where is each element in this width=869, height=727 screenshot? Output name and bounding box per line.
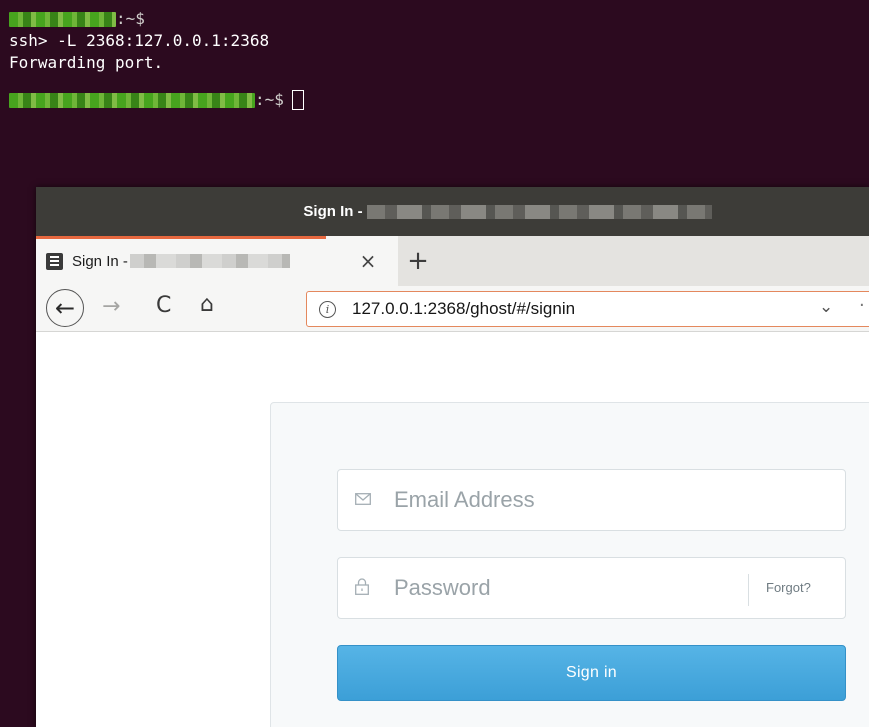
- tab-strip: Sign In - × +: [36, 236, 869, 286]
- terminal-active-prompt[interactable]: :~$: [9, 89, 869, 111]
- url-bar[interactable]: i 127.0.0.1:2368/ghost/#/signin ⌄ ·: [306, 291, 869, 327]
- close-icon[interactable]: ×: [356, 248, 380, 274]
- lock-icon: [355, 577, 375, 599]
- divider: [748, 574, 749, 606]
- redacted-tab-title: [129, 254, 290, 268]
- window-title: Sign In -: [303, 203, 363, 220]
- new-tab-button[interactable]: +: [400, 236, 436, 286]
- page-actions-icon[interactable]: ·: [859, 295, 865, 316]
- envelope-icon: [355, 491, 375, 509]
- terminal-prompt-line: :~$: [9, 8, 869, 30]
- window-titlebar[interactable]: Sign In -: [36, 187, 869, 236]
- password-field[interactable]: Forgot?: [337, 557, 846, 619]
- redacted-username: [9, 11, 116, 27]
- navigation-toolbar: ← → C ⌂ i 127.0.0.1:2368/ghost/#/signin …: [36, 286, 869, 332]
- chevron-down-icon[interactable]: ⌄: [819, 297, 833, 317]
- prompt-suffix: :~$: [116, 9, 145, 28]
- tab-sign-in[interactable]: Sign In - ×: [36, 236, 398, 286]
- email-field[interactable]: [337, 469, 846, 531]
- terminal-cursor: [291, 90, 304, 110]
- signin-form: Forgot? Sign in: [270, 402, 869, 727]
- page-icon: [46, 252, 63, 270]
- back-arrow-icon[interactable]: ←: [46, 289, 84, 327]
- prompt-suffix: :~$: [255, 90, 284, 109]
- forward-arrow-icon[interactable]: →: [102, 294, 120, 319]
- sign-in-button[interactable]: Sign in: [337, 645, 846, 701]
- terminal-output-line: Forwarding port.: [9, 53, 164, 72]
- reload-icon[interactable]: C: [156, 293, 171, 318]
- url-text[interactable]: 127.0.0.1:2368/ghost/#/signin: [352, 299, 575, 319]
- tab-title: Sign In -: [72, 252, 128, 270]
- info-icon[interactable]: i: [319, 300, 336, 318]
- page-content: Forgot? Sign in: [36, 332, 869, 727]
- password-input[interactable]: [394, 575, 734, 601]
- redacted-window-title: [366, 204, 712, 219]
- terminal-command-line: ssh> -L 2368:127.0.0.1:2368: [9, 31, 270, 50]
- browser-window: Sign In - Sign In - × + ← → C ⌂ i 127.0.…: [36, 187, 869, 727]
- redacted-username: [9, 92, 255, 108]
- forgot-password-link[interactable]: Forgot?: [766, 580, 811, 595]
- email-input[interactable]: [394, 487, 734, 513]
- home-icon[interactable]: ⌂: [200, 292, 214, 317]
